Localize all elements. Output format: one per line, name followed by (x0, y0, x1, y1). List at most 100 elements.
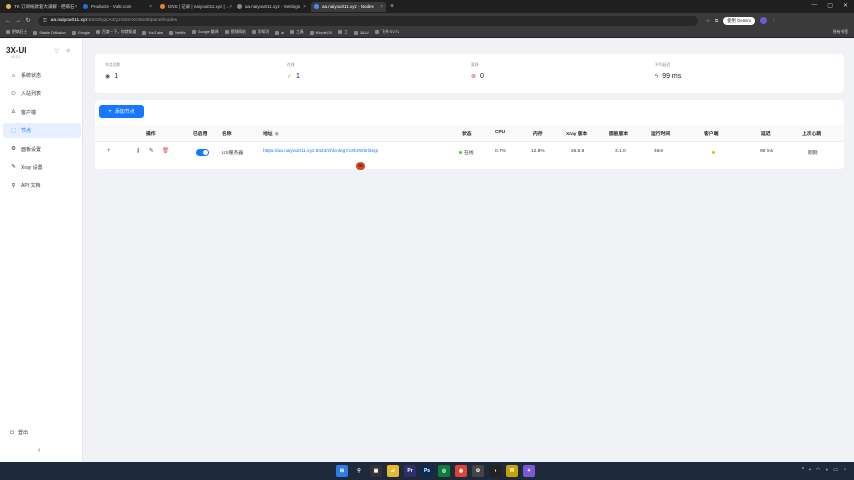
chrome-icon[interactable]: ◉ (455, 465, 467, 477)
cell-cpu: 0.7% (495, 149, 506, 154)
site-info-icon[interactable]: ⚿ (43, 18, 47, 24)
table-header: 操作 已启用 名称 地址 ◉ 状态 CPU 内存 Xray 版本 面板版本 运行时… (95, 125, 844, 142)
stat-number: 1 (114, 73, 119, 80)
bookmark-item[interactable]: ai (275, 30, 284, 35)
bookmark-item[interactable]: 飞书·SV71 (374, 30, 399, 35)
bookmark-item[interactable]: Google (71, 30, 90, 35)
sidebar-item[interactable]: ⚲ API 文档 (3, 178, 81, 193)
sidebar-item[interactable]: ⌂ 系统状态 (3, 68, 81, 83)
stat-item: 节点总数 ◉ 1 (105, 63, 120, 80)
delete-icon[interactable]: 🗑 (162, 148, 169, 154)
task-view-icon[interactable]: ▣ (370, 465, 382, 477)
browser-tab[interactable]: aa.naiyou011.xyz - Settings × (234, 2, 309, 12)
browser-tab[interactable]: DNS | 记录 | naiyou011.xyz | ... × (157, 2, 232, 12)
tray-wifi-icon[interactable]: ◠ (816, 467, 820, 473)
all-bookmarks[interactable]: 所有书签 (833, 30, 848, 35)
tab-favicon-icon (6, 4, 11, 9)
minimize-icon[interactable]: — (811, 2, 817, 9)
collapse-sidebar-icon[interactable]: ‹ (38, 447, 40, 454)
bookmark-label: 工 (344, 30, 348, 34)
app2-icon[interactable]: ◑ (489, 465, 501, 477)
plug-icon[interactable]: ⚷ (136, 148, 140, 154)
sidebar-item[interactable]: ✎ Xray 设置 (3, 160, 81, 175)
th-address-label: 地址 (263, 132, 273, 137)
app-icon[interactable]: ◎ (438, 465, 450, 477)
cell-uptime: 46m (654, 149, 664, 154)
url-field[interactable]: ⚿ aa.naiyou011.xyz:8443/yqcA4QJmDmXG8tot… (38, 15, 698, 26)
menu-icon[interactable]: ⋮ (772, 18, 777, 24)
forward-icon[interactable]: → (14, 18, 22, 24)
dashboard-icon: ⌂ (11, 72, 16, 79)
bookmark-label: Stable Diffusion (39, 30, 66, 35)
bookmark-label: 把病石士 (12, 30, 28, 34)
close-window-icon[interactable]: ✕ (843, 2, 848, 9)
bookmark-favicon-icon (33, 30, 38, 35)
expand-row-icon[interactable]: + (107, 148, 111, 154)
bookmark-item[interactable]: 学知识 (251, 30, 269, 35)
app4-icon[interactable]: ✦ (523, 465, 535, 477)
edit-icon[interactable]: ✎ (149, 148, 154, 154)
cell-address-link[interactable]: https://aa.naiyou011.xyz:8443/zhlcnlegYL… (263, 149, 378, 154)
extensions-icon[interactable]: ⧉ (715, 18, 718, 23)
bookmark-favicon-icon (142, 30, 147, 35)
new-tab-icon[interactable]: + (390, 3, 394, 10)
windows-start-icon[interactable]: ⊞ (336, 465, 348, 477)
cell-memory: 12.8% (531, 149, 545, 154)
bookmark-item[interactable]: 3ALV (353, 30, 369, 35)
search-icon[interactable]: ⚲ (353, 465, 365, 477)
browser-tab[interactable]: TK 订阅帐款套大满解 - 把病石 × (3, 2, 78, 12)
sidebar-item-label: Xray 设置 (21, 164, 43, 171)
tab-close-icon[interactable]: × (380, 4, 383, 10)
bookmark-item[interactable]: 工 (338, 30, 348, 35)
bookmark-item[interactable]: Google 翻译 (191, 30, 219, 35)
bookmark-item[interactable]: iMovieOS (309, 30, 332, 35)
stat-label: 平均延迟 (655, 63, 671, 67)
theme-icon[interactable]: ☼ (65, 48, 71, 55)
bookmark-favicon-icon (374, 30, 379, 34)
file-explorer-icon[interactable]: ▰ (387, 465, 399, 477)
tab-close-icon[interactable]: × (75, 4, 78, 10)
tab-close-icon[interactable]: × (149, 4, 152, 10)
browser-tab[interactable]: aa.naiyou011.xyz - Nodes × (311, 1, 386, 12)
tray-volume-icon[interactable]: ◖ (825, 467, 828, 473)
sidebar-item[interactable]: ⬚ 节点 (3, 123, 81, 139)
sidebar-menu: ⌂ 系统状态 ⚇ 入站列表 ♙ 客户端 ⬚ 节点 ⚙ 面板设置 ✎ Xray 设置 ⚲ API 文档 (3, 68, 81, 197)
tray-chevron-icon[interactable]: ^ (802, 467, 804, 473)
tray-battery-icon[interactable]: ▭ (833, 467, 838, 473)
maximize-icon[interactable]: ▢ (827, 2, 833, 9)
app3-icon[interactable]: W (506, 465, 518, 477)
heart-icon[interactable]: ♡ (54, 48, 59, 55)
sidebar-item[interactable]: ⚇ 入站列表 (3, 86, 81, 101)
main-content: 节点总数 ◉ 1 在线 ✓ 1 离线 ⊗ 0 平均延迟 ϟ 99 ms + 添加节点 操作 已启用 名… (84, 39, 854, 462)
settings-app-icon[interactable]: ⚙ (472, 465, 484, 477)
logout-button[interactable]: ⏻ 登出 (10, 429, 28, 437)
bookmark-item[interactable]: YouTube (142, 30, 164, 35)
tray-notification-icon[interactable]: ◔ (843, 467, 846, 473)
tab-favicon-icon (237, 4, 242, 9)
reload-icon[interactable]: ↻ (24, 17, 32, 24)
bookmark-item[interactable]: 把病石士 (6, 30, 27, 35)
bookmark-item[interactable]: 工具 (290, 30, 304, 35)
th-xray-version: Xray 版本 (566, 132, 588, 137)
stat-item: 在线 ✓ 1 (287, 63, 300, 80)
premiere-icon[interactable]: Pr (404, 465, 416, 477)
star-icon[interactable]: ☆ (706, 18, 710, 24)
add-node-button[interactable]: + 添加节点 (99, 105, 144, 118)
tab-close-icon[interactable]: × (230, 4, 232, 10)
bookmark-item[interactable]: 百度一下，你就知道 (95, 30, 136, 35)
tab-close-icon[interactable]: × (303, 4, 306, 10)
tray-app-icon[interactable]: ▪ (809, 467, 811, 473)
photoshop-icon[interactable]: Ps (421, 465, 433, 477)
sidebar-item[interactable]: ⚙ 面板设置 (3, 142, 81, 157)
bookmark-item[interactable]: Stable Diffusion (33, 30, 66, 35)
enabled-switch[interactable] (196, 149, 209, 156)
gemini-button[interactable]: 使用 Gemini (723, 16, 755, 25)
back-icon[interactable]: ← (4, 18, 12, 24)
profile-avatar[interactable] (759, 17, 767, 24)
browser-tab[interactable]: Products - Vultr.com × (80, 2, 155, 12)
sidebar-item[interactable]: ♙ 客户端 (3, 105, 81, 120)
bookmark-label: YouTube (148, 30, 164, 35)
bookmark-item[interactable]: Netflix (169, 30, 186, 35)
eye-icon[interactable]: ◉ (275, 132, 279, 137)
bookmark-item[interactable]: 视频网站 (224, 30, 246, 35)
